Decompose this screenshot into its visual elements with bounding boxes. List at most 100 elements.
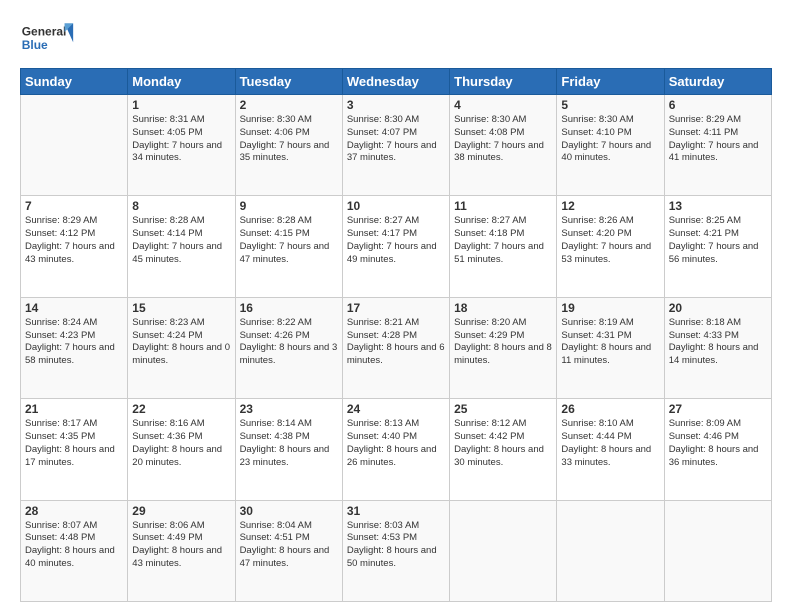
svg-text:Blue: Blue bbox=[22, 38, 48, 52]
day-info: Sunrise: 8:23 AMSunset: 4:24 PMDaylight:… bbox=[132, 317, 230, 368]
calendar-cell: 20 Sunrise: 8:18 AMSunset: 4:33 PMDayligh… bbox=[664, 297, 771, 398]
day-info: Sunrise: 8:21 AMSunset: 4:28 PMDaylight:… bbox=[347, 317, 445, 368]
calendar-cell: 29Sunrise: 8:06 AMSunset: 4:49 PMDayligh… bbox=[128, 500, 235, 601]
calendar-table: SundayMondayTuesdayWednesdayThursdayFrid… bbox=[20, 68, 772, 602]
day-info: Sunrise: 8:06 AMSunset: 4:49 PMDaylight:… bbox=[132, 520, 230, 571]
calendar-cell: 25 Sunrise: 8:12 AMSunset: 4:42 PMDayligh… bbox=[450, 399, 557, 500]
svg-text:General: General bbox=[22, 24, 67, 38]
calendar-cell: 22 Sunrise: 8:16 AMSunset: 4:36 PMDayligh… bbox=[128, 399, 235, 500]
day-info: Sunrise: 8:22 AMSunset: 4:26 PMDaylight:… bbox=[240, 317, 338, 368]
day-number: 11 bbox=[454, 199, 552, 213]
day-number: 17 bbox=[347, 301, 445, 315]
day-number: 23 bbox=[240, 402, 338, 416]
day-info: Sunrise: 8:30 AMSunset: 4:10 PMDaylight:… bbox=[561, 114, 659, 165]
day-info: Sunrise: 8:10 AMSunset: 4:44 PMDaylight:… bbox=[561, 418, 659, 469]
calendar-cell: 13 Sunrise: 8:25 AMSunset: 4:21 PMDayligh… bbox=[664, 196, 771, 297]
calendar-cell: 10Sunrise: 8:27 AMSunset: 4:17 PMDayligh… bbox=[342, 196, 449, 297]
calendar-cell bbox=[664, 500, 771, 601]
day-number: 7 bbox=[25, 199, 123, 213]
day-number: 19 bbox=[561, 301, 659, 315]
day-number: 26 bbox=[561, 402, 659, 416]
calendar-cell bbox=[21, 95, 128, 196]
logo-icon: General Blue bbox=[20, 16, 80, 60]
day-info: Sunrise: 8:30 AMSunset: 4:07 PMDaylight:… bbox=[347, 114, 445, 165]
calendar-header-row: SundayMondayTuesdayWednesdayThursdayFrid… bbox=[21, 69, 772, 95]
day-number: 27 bbox=[669, 402, 767, 416]
calendar-cell: 28 Sunrise: 8:07 AMSunset: 4:48 PMDayligh… bbox=[21, 500, 128, 601]
calendar-cell: 7 Sunrise: 8:29 AMSunset: 4:12 PMDaylight… bbox=[21, 196, 128, 297]
day-number: 16 bbox=[240, 301, 338, 315]
day-info: Sunrise: 8:09 AMSunset: 4:46 PMDaylight:… bbox=[669, 418, 767, 469]
calendar-cell: 24Sunrise: 8:13 AMSunset: 4:40 PMDayligh… bbox=[342, 399, 449, 500]
day-info: Sunrise: 8:28 AMSunset: 4:15 PMDaylight:… bbox=[240, 215, 338, 266]
calendar-cell: 21 Sunrise: 8:17 AMSunset: 4:35 PMDayligh… bbox=[21, 399, 128, 500]
calendar-cell bbox=[557, 500, 664, 601]
calendar-cell: 12Sunrise: 8:26 AMSunset: 4:20 PMDayligh… bbox=[557, 196, 664, 297]
calendar-week-row: 7 Sunrise: 8:29 AMSunset: 4:12 PMDaylight… bbox=[21, 196, 772, 297]
day-number: 2 bbox=[240, 98, 338, 112]
calendar-cell: 23 Sunrise: 8:14 AMSunset: 4:38 PMDayligh… bbox=[235, 399, 342, 500]
calendar-cell: 11 Sunrise: 8:27 AMSunset: 4:18 PMDayligh… bbox=[450, 196, 557, 297]
day-number: 22 bbox=[132, 402, 230, 416]
day-number: 18 bbox=[454, 301, 552, 315]
calendar-cell: 15 Sunrise: 8:23 AMSunset: 4:24 PMDayligh… bbox=[128, 297, 235, 398]
day-info: Sunrise: 8:18 AMSunset: 4:33 PMDaylight:… bbox=[669, 317, 767, 368]
calendar-week-row: 28 Sunrise: 8:07 AMSunset: 4:48 PMDayligh… bbox=[21, 500, 772, 601]
calendar-cell: 2Sunrise: 8:30 AMSunset: 4:06 PMDaylight… bbox=[235, 95, 342, 196]
day-number: 28 bbox=[25, 504, 123, 518]
day-number: 25 bbox=[454, 402, 552, 416]
column-header-saturday: Saturday bbox=[664, 69, 771, 95]
day-number: 13 bbox=[669, 199, 767, 213]
day-info: Sunrise: 8:26 AMSunset: 4:20 PMDaylight:… bbox=[561, 215, 659, 266]
day-number: 20 bbox=[669, 301, 767, 315]
calendar-week-row: 21 Sunrise: 8:17 AMSunset: 4:35 PMDayligh… bbox=[21, 399, 772, 500]
column-header-thursday: Thursday bbox=[450, 69, 557, 95]
day-number: 3 bbox=[347, 98, 445, 112]
day-number: 8 bbox=[132, 199, 230, 213]
day-info: Sunrise: 8:25 AMSunset: 4:21 PMDaylight:… bbox=[669, 215, 767, 266]
calendar-cell: 5Sunrise: 8:30 AMSunset: 4:10 PMDaylight… bbox=[557, 95, 664, 196]
calendar-cell: 30Sunrise: 8:04 AMSunset: 4:51 PMDayligh… bbox=[235, 500, 342, 601]
day-info: Sunrise: 8:29 AMSunset: 4:11 PMDaylight:… bbox=[669, 114, 767, 165]
day-number: 6 bbox=[669, 98, 767, 112]
column-header-sunday: Sunday bbox=[21, 69, 128, 95]
calendar-cell: 26 Sunrise: 8:10 AMSunset: 4:44 PMDayligh… bbox=[557, 399, 664, 500]
day-number: 10 bbox=[347, 199, 445, 213]
day-number: 1 bbox=[132, 98, 230, 112]
day-info: Sunrise: 8:27 AMSunset: 4:18 PMDaylight:… bbox=[454, 215, 552, 266]
calendar-cell: 27 Sunrise: 8:09 AMSunset: 4:46 PMDayligh… bbox=[664, 399, 771, 500]
column-header-monday: Monday bbox=[128, 69, 235, 95]
day-info: Sunrise: 8:17 AMSunset: 4:35 PMDaylight:… bbox=[25, 418, 123, 469]
logo: General Blue bbox=[20, 16, 80, 60]
calendar-cell: 1Sunrise: 8:31 AMSunset: 4:05 PMDaylight… bbox=[128, 95, 235, 196]
day-info: Sunrise: 8:19 AMSunset: 4:31 PMDaylight:… bbox=[561, 317, 659, 368]
day-number: 9 bbox=[240, 199, 338, 213]
day-number: 14 bbox=[25, 301, 123, 315]
calendar-cell: 4 Sunrise: 8:30 AMSunset: 4:08 PMDaylight… bbox=[450, 95, 557, 196]
calendar-cell: 8 Sunrise: 8:28 AMSunset: 4:14 PMDaylight… bbox=[128, 196, 235, 297]
calendar-cell: 17 Sunrise: 8:21 AMSunset: 4:28 PMDayligh… bbox=[342, 297, 449, 398]
day-info: Sunrise: 8:28 AMSunset: 4:14 PMDaylight:… bbox=[132, 215, 230, 266]
day-info: Sunrise: 8:29 AMSunset: 4:12 PMDaylight:… bbox=[25, 215, 123, 266]
calendar-week-row: 1Sunrise: 8:31 AMSunset: 4:05 PMDaylight… bbox=[21, 95, 772, 196]
calendar-cell: 9 Sunrise: 8:28 AMSunset: 4:15 PMDaylight… bbox=[235, 196, 342, 297]
calendar-cell: 16 Sunrise: 8:22 AMSunset: 4:26 PMDayligh… bbox=[235, 297, 342, 398]
day-info: Sunrise: 8:16 AMSunset: 4:36 PMDaylight:… bbox=[132, 418, 230, 469]
day-number: 15 bbox=[132, 301, 230, 315]
day-info: Sunrise: 8:24 AMSunset: 4:23 PMDaylight:… bbox=[25, 317, 123, 368]
calendar-week-row: 14 Sunrise: 8:24 AMSunset: 4:23 PMDayligh… bbox=[21, 297, 772, 398]
day-number: 4 bbox=[454, 98, 552, 112]
day-info: Sunrise: 8:07 AMSunset: 4:48 PMDaylight:… bbox=[25, 520, 123, 571]
day-number: 21 bbox=[25, 402, 123, 416]
day-info: Sunrise: 8:30 AMSunset: 4:08 PMDaylight:… bbox=[454, 114, 552, 165]
column-header-friday: Friday bbox=[557, 69, 664, 95]
calendar-cell: 6 Sunrise: 8:29 AMSunset: 4:11 PMDaylight… bbox=[664, 95, 771, 196]
day-number: 31 bbox=[347, 504, 445, 518]
column-header-wednesday: Wednesday bbox=[342, 69, 449, 95]
calendar-cell: 14 Sunrise: 8:24 AMSunset: 4:23 PMDayligh… bbox=[21, 297, 128, 398]
calendar-cell bbox=[450, 500, 557, 601]
calendar-cell: 18 Sunrise: 8:20 AMSunset: 4:29 PMDayligh… bbox=[450, 297, 557, 398]
day-info: Sunrise: 8:12 AMSunset: 4:42 PMDaylight:… bbox=[454, 418, 552, 469]
day-info: Sunrise: 8:20 AMSunset: 4:29 PMDaylight:… bbox=[454, 317, 552, 368]
day-info: Sunrise: 8:14 AMSunset: 4:38 PMDaylight:… bbox=[240, 418, 338, 469]
